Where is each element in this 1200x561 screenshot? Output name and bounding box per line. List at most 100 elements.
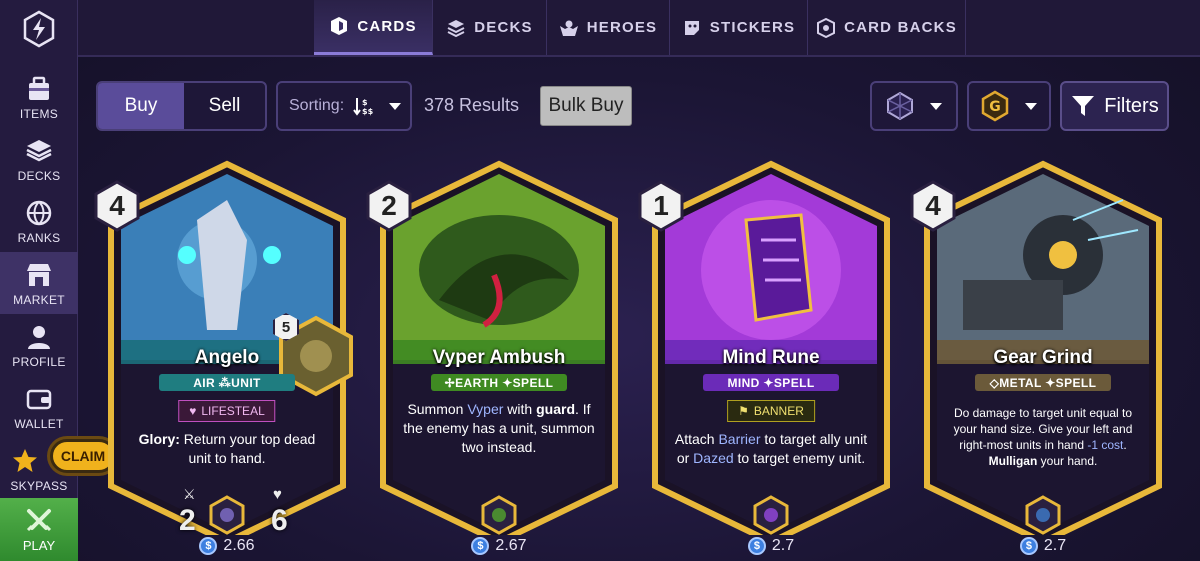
attack-value: 2 [179,504,196,537]
tab-stickers[interactable]: STICKERS [670,0,808,55]
card-name: Vyper Ambush [432,347,566,368]
attack-sword-icon: ⚔ [183,486,196,502]
mana-cost: 4 [925,190,941,221]
sidebar-item-label: MARKET [13,292,65,307]
sidebar-item-label: ITEMS [19,106,59,121]
card-set-dropdown[interactable] [870,81,958,131]
market-card[interactable]: 2 Vyper Ambush ✢EARTH ✦SPELL Summon Vype… [366,160,619,555]
sidebar-item-wallet[interactable]: WALLET [0,376,78,438]
sidebar-item-market[interactable]: MARKET [0,252,78,314]
filters-button[interactable]: Filters [1060,81,1169,131]
rarity-gem-icon [753,495,789,535]
sidebar-item-label: DECKS [17,168,61,183]
mana-cost-badge: 4 [909,180,957,232]
play-button[interactable]: PLAY [0,498,78,561]
tab-cards[interactable]: CARDS [314,0,433,55]
desc-desc-mid: . [1123,438,1127,452]
rarity-gem-icon [481,495,517,535]
card-type-line: MIND ✦SPELL [703,374,839,391]
card-description: Summon Vyper with guard. If the enemy ha… [401,400,597,457]
crossed-swords-icon [26,509,52,532]
price-value: 2.66 [223,537,255,554]
rarity-gem-icon [209,495,245,535]
play-label: PLAY [22,538,56,553]
card-description: Do damage to target unit equal to your h… [945,405,1141,469]
bulk-buy-button[interactable]: Bulk Buy [540,86,632,126]
currency-coin-icon: $ [471,537,490,555]
buy-button[interactable]: Buy [98,83,184,129]
market-card[interactable]: 4 Angelo AIR ⁂UNIT ♥ LIFESTEAL Glory: Retu… [94,160,353,555]
tab-label: DECKS [474,19,533,36]
decks-icon [26,139,52,161]
card-price: $ 2.7 [923,537,1163,555]
tab-label: CARDS [357,17,417,35]
tab-card-backs[interactable]: CARD BACKS [808,0,966,55]
sidebar-item-decks[interactable]: DECKS [0,128,78,190]
sidebar: ITEMS DECKS RANKS MARKET PROFILE WALLET … [0,0,116,561]
card-price: $ 2.66 [107,537,347,555]
currency-coin-icon: $ [199,537,218,555]
desc-desc-hl: Vyper [467,401,504,417]
market-card[interactable]: 4 Gear Grind ◇METAL ✦SPELL Do damage to … [910,160,1163,555]
sorting-dropdown[interactable]: Sorting: $ $$ [276,81,412,131]
results-count: 378 Results [424,95,520,115]
cards-icon [331,17,348,35]
tab-label: HEROES [586,19,658,36]
mana-cost-badge: 1 [637,180,685,232]
sell-button[interactable]: Sell [184,83,265,129]
sorting-label: Sorting: [289,97,345,114]
buy-sell-toggle: Buy Sell [96,81,267,131]
desc-desc-bold: Mulligan [988,454,1038,468]
mana-cost: 2 [381,190,397,221]
app-logo-icon[interactable] [22,10,56,48]
filters-label: Filters [1104,94,1159,117]
decks-icon [447,19,465,37]
ranks-icon [26,200,52,225]
card-type-line: AIR ⁂UNIT [159,374,295,391]
gold-foil-icon: G [981,90,1009,122]
keyword-badge: ⚑ BANNER [727,400,815,422]
chevron-down-icon [1025,103,1037,110]
health-value: 6 [271,504,288,537]
sidebar-item-label: SKYPASS [10,478,68,493]
sidebar-item-profile[interactable]: PROFILE [0,314,78,376]
wallet-icon [26,389,52,409]
desc-desc-hl2: Dazed [693,450,734,466]
card-description: Attach Barrier to target ally unit or Da… [673,430,869,468]
currency-coin-icon: $ [1019,537,1038,555]
items-icon [29,76,49,100]
keyword-label: BANNER [753,404,804,418]
desc-desc-post: to target enemy unit. [733,450,866,466]
card-name: Angelo [194,347,260,368]
keyword-label: LIFESTEAL [201,404,265,418]
chevron-down-icon [389,103,402,110]
card-name: Gear Grind [993,347,1093,368]
stickers-icon [684,20,699,35]
foil-dropdown[interactable]: G [967,81,1051,131]
desc-desc-hl: -1 cost [1087,438,1124,452]
card-type-line: ◇METAL ✦SPELL [975,374,1111,391]
card-description: Glory: Return your top dead unit to hand… [129,430,325,468]
tab-decks[interactable]: DECKS [433,0,547,55]
sidebar-item-ranks[interactable]: RANKS [0,190,78,252]
heroes-icon [559,20,578,36]
card-backs-icon [817,17,836,38]
star-icon [13,448,37,472]
sort-price-icon: $$$ [353,98,374,116]
market-tabs: CARDS DECKS HEROES STICKERS CARD BACKS [78,0,1200,57]
mana-cost-badge: 2 [365,180,413,232]
sidebar-item-items[interactable]: ITEMS [0,66,78,128]
mana-cost: 4 [109,190,125,221]
chevron-down-icon [930,103,942,110]
svg-text:$: $ [362,98,368,107]
mana-cost-badge: 4 [93,180,141,232]
desc-desc-pre: Summon [407,401,468,417]
market-card[interactable]: 1 Mind Rune MIND ✦SPELL ⚑ BANNER Attach Ba… [638,160,891,555]
tab-heroes[interactable]: HEROES [547,0,670,55]
rarity-gem-icon [1025,495,1061,535]
sidebar-item-label: PROFILE [12,354,66,369]
filter-funnel-icon [1072,96,1095,116]
desc-desc-mid: with [503,401,537,417]
price-value: 2.7 [1043,537,1067,554]
desc-desc-rest: Return your top dead unit to hand. [179,431,316,466]
